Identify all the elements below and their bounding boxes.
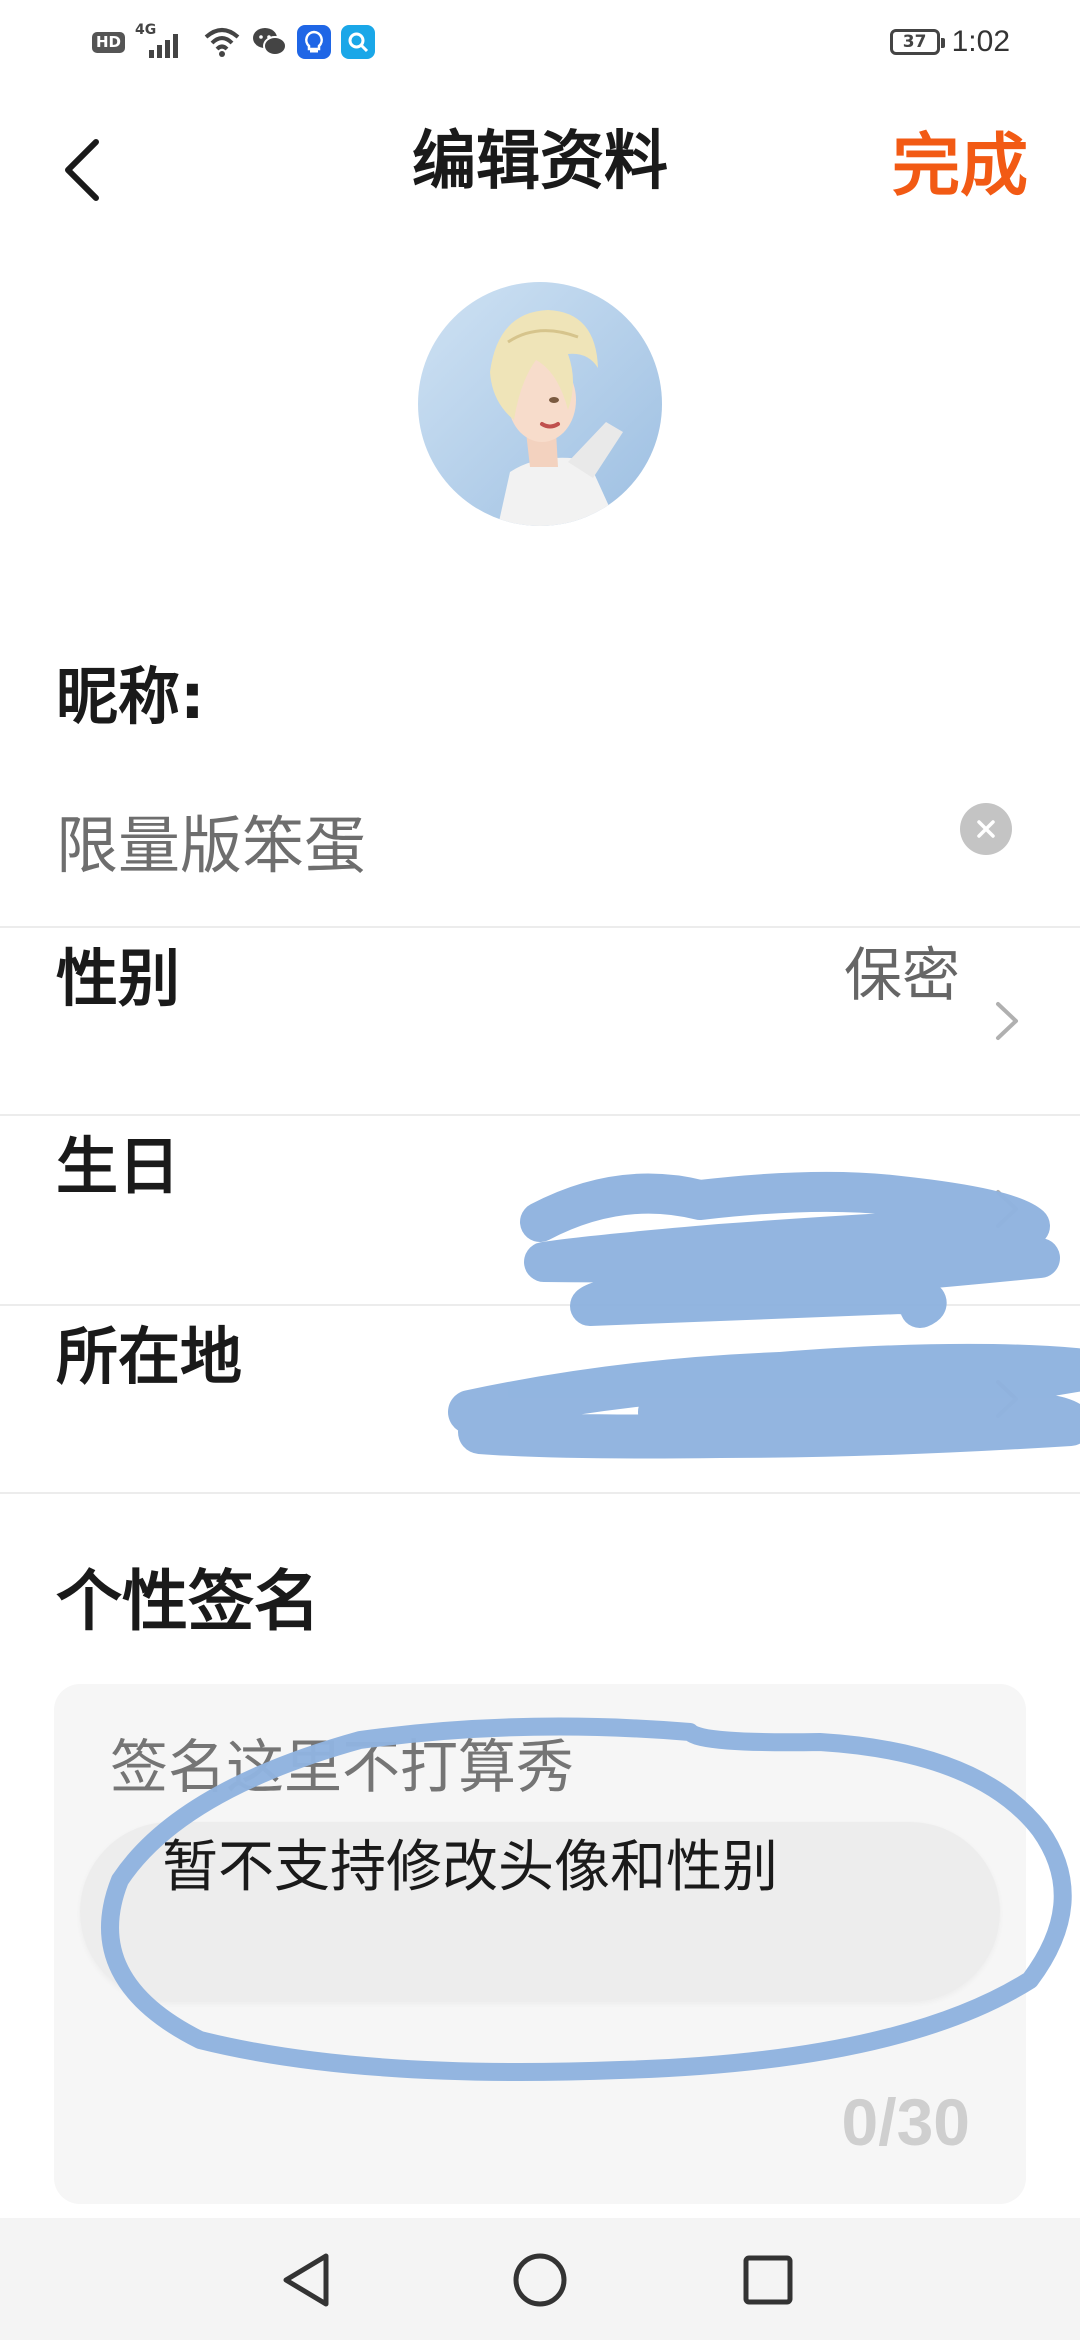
signature-label: 个性签名 bbox=[56, 1563, 320, 1640]
status-right: 37 1:02 bbox=[889, 22, 1010, 62]
char-count: 0/30 bbox=[841, 2085, 970, 2159]
chevron-right-icon bbox=[996, 1002, 1018, 1040]
circle-home-icon[interactable] bbox=[502, 2242, 578, 2318]
chevron-right-icon bbox=[996, 1380, 1018, 1418]
header: 编辑资料 完成 bbox=[0, 110, 1080, 230]
navigation-bar bbox=[0, 2218, 1080, 2340]
location-row[interactable]: 所在地 bbox=[0, 1306, 1080, 1492]
bulb-app-icon bbox=[297, 25, 332, 59]
back-button[interactable] bbox=[50, 130, 130, 210]
triangle-back-icon[interactable] bbox=[270, 2242, 346, 2318]
nickname-input[interactable] bbox=[56, 790, 936, 890]
chevron-left-icon bbox=[65, 139, 99, 201]
status-time: 1:02 bbox=[951, 25, 1010, 58]
gender-value: 保密 bbox=[843, 941, 960, 1009]
gender-label: 性别 bbox=[56, 942, 181, 1015]
wechat-icon bbox=[253, 28, 288, 56]
done-button[interactable]: 完成 bbox=[892, 110, 1028, 230]
gender-row[interactable]: 性别 保密 bbox=[0, 928, 1080, 1114]
clear-button[interactable] bbox=[960, 803, 1012, 855]
avatar-illustration bbox=[418, 282, 662, 526]
hd-badge: HD bbox=[92, 31, 126, 53]
chevron-right-icon bbox=[996, 1190, 1018, 1228]
birthday-row[interactable]: 生日 bbox=[0, 1116, 1080, 1302]
avatar[interactable] bbox=[418, 282, 662, 526]
toast-message: 暂不支持修改头像和性别 bbox=[162, 1835, 778, 1900]
location-label: 所在地 bbox=[56, 1320, 243, 1393]
search-app-icon bbox=[341, 25, 376, 59]
divider bbox=[0, 1492, 1080, 1494]
birthday-label: 生日 bbox=[56, 1130, 181, 1203]
status-bar: HD 4G 37 1:02 bbox=[0, 0, 1080, 86]
clear-icon bbox=[977, 820, 995, 838]
wifi-icon bbox=[204, 28, 240, 57]
status-left-icons: HD 4G bbox=[92, 22, 376, 62]
signal-icon: 4G bbox=[135, 22, 193, 62]
battery-icon: 37 bbox=[889, 29, 945, 55]
square-recents-icon[interactable] bbox=[730, 2242, 806, 2318]
nickname-label: 昵称: bbox=[56, 660, 205, 733]
toast: 暂不支持修改头像和性别 bbox=[80, 1822, 1000, 2002]
